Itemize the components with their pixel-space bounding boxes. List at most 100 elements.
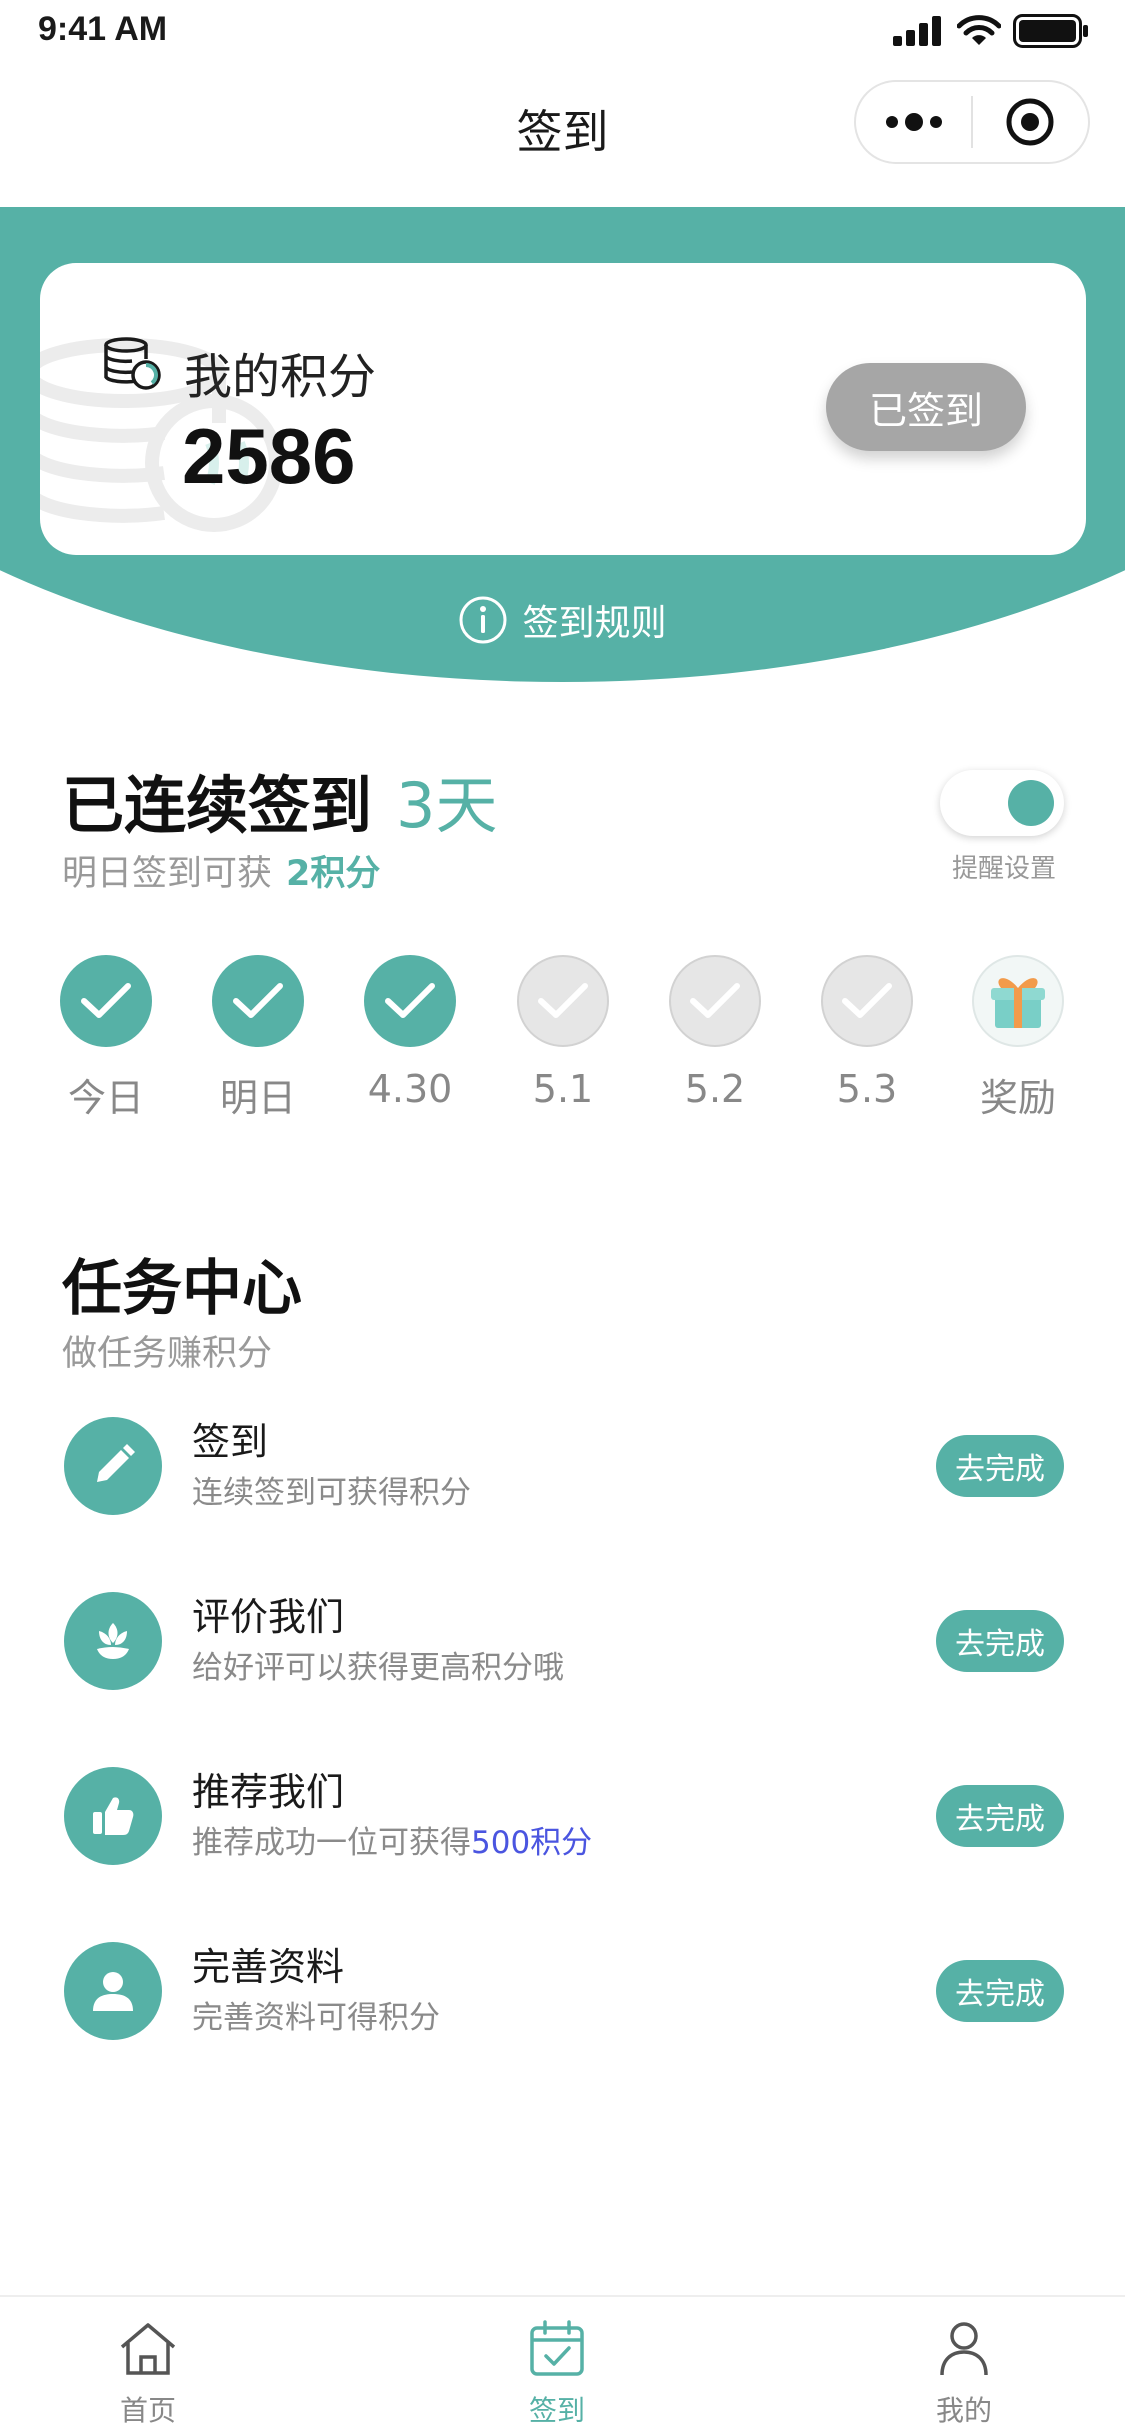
user-icon bbox=[93, 1972, 133, 2011]
reminder-toggle-knob bbox=[1008, 780, 1054, 826]
task-desc-text: 推荐成功一位可获得 bbox=[192, 1825, 471, 1861]
sign-rules-label: 签到规则 bbox=[522, 603, 667, 644]
task-center-subtitle: 做任务赚积分 bbox=[62, 1334, 273, 1374]
task-row: 评价我们 给好评可以获得更高积分哦 去完成 bbox=[0, 1580, 1125, 1700]
tab-label: 签到 bbox=[528, 2394, 585, 2427]
day-item-reward[interactable]: 奖励 bbox=[958, 955, 1078, 1122]
day-pending-circle bbox=[517, 955, 609, 1047]
task-desc-text: 完善资料可得积分 bbox=[192, 2000, 440, 2036]
reminder-toggle[interactable] bbox=[940, 770, 1064, 836]
streak-sub-prefix: 明日签到可获 bbox=[62, 854, 273, 894]
task-desc: 完善资料可得积分 bbox=[192, 1992, 440, 2037]
info-icon bbox=[459, 596, 507, 644]
signed-button[interactable]: 已签到 bbox=[826, 363, 1026, 451]
target-icon bbox=[1006, 98, 1054, 146]
day-label: 5.1 bbox=[532, 1067, 594, 1111]
more-dots-icon bbox=[885, 113, 942, 131]
more-button[interactable] bbox=[856, 82, 971, 162]
check-icon bbox=[233, 983, 283, 1018]
home-icon bbox=[120, 2323, 176, 2375]
day-pending-circle bbox=[821, 955, 913, 1047]
task-row: 推荐我们 推荐成功一位可获得500积分 去完成 bbox=[0, 1755, 1125, 1875]
task-name: 推荐我们 bbox=[192, 1770, 345, 1814]
day-item: 今日 bbox=[46, 955, 166, 1122]
pencil-icon bbox=[97, 1444, 135, 1482]
tab-label: 首页 bbox=[119, 2394, 176, 2427]
day-item: 4.30 bbox=[350, 955, 470, 1111]
task-go-button[interactable]: 去完成 bbox=[936, 1785, 1064, 1847]
task-center-title: 任务中心 bbox=[62, 1254, 302, 1324]
task-go-button[interactable]: 去完成 bbox=[936, 1960, 1064, 2022]
streak-days: 3天 bbox=[396, 769, 498, 842]
tab-home[interactable]: 首页 bbox=[68, 2319, 228, 2429]
signal-icon bbox=[893, 16, 941, 46]
mini-program-capsule bbox=[854, 80, 1090, 164]
task-name: 签到 bbox=[192, 1420, 269, 1464]
tab-label: 我的 bbox=[935, 2394, 992, 2427]
day-label: 奖励 bbox=[979, 1076, 1056, 1120]
day-label: 明日 bbox=[219, 1076, 296, 1120]
task-go-button[interactable]: 去完成 bbox=[936, 1435, 1064, 1497]
day-label: 今日 bbox=[67, 1076, 144, 1120]
nav-bar: 签到 bbox=[0, 62, 1125, 207]
close-miniprogram-button[interactable] bbox=[973, 82, 1088, 162]
status-bar: 9:41 AM bbox=[0, 0, 1125, 62]
task-icon-circle bbox=[64, 1417, 162, 1515]
streak-sub-points: 2积分 bbox=[286, 854, 381, 894]
status-time: 9:41 AM bbox=[38, 10, 168, 48]
check-icon bbox=[690, 983, 740, 1018]
day-item: 5.3 bbox=[807, 955, 927, 1111]
day-item: 5.1 bbox=[503, 955, 623, 1111]
day-label: 5.2 bbox=[684, 1067, 746, 1111]
check-icon bbox=[385, 983, 435, 1018]
task-icon-circle bbox=[64, 1942, 162, 2040]
day-checked-circle bbox=[212, 955, 304, 1047]
points-card: 我的积分 2586 已签到 bbox=[40, 263, 1086, 555]
streak-title: 已连续签到 3天 bbox=[62, 755, 497, 845]
battery-icon bbox=[1013, 14, 1088, 48]
task-row: 签到 连续签到可获得积分 去完成 bbox=[0, 1405, 1125, 1525]
flower-icon bbox=[97, 1623, 129, 1659]
task-desc-text: 连续签到可获得积分 bbox=[192, 1475, 471, 1511]
task-desc: 推荐成功一位可获得500积分 bbox=[192, 1817, 592, 1862]
day-item: 明日 bbox=[198, 955, 318, 1122]
check-icon bbox=[842, 983, 892, 1018]
points-header: 我的积分 2586 已签到 签到规则 bbox=[0, 207, 1125, 682]
day-checked-circle bbox=[60, 955, 152, 1047]
status-icons bbox=[893, 14, 1089, 48]
streak-title-text: 已连续签到 bbox=[62, 769, 373, 842]
thumbs-up-icon bbox=[93, 1797, 134, 1835]
sign-rules-link[interactable]: 签到规则 bbox=[0, 594, 1125, 646]
task-icon-circle bbox=[64, 1767, 162, 1865]
wifi-icon bbox=[957, 15, 1001, 45]
task-name: 评价我们 bbox=[192, 1595, 345, 1639]
profile-icon bbox=[940, 2322, 988, 2376]
task-go-button[interactable]: 去完成 bbox=[936, 1610, 1064, 1672]
tab-mine[interactable]: 我的 bbox=[884, 2319, 1044, 2429]
task-row: 完善资料 完善资料可得积分 去完成 bbox=[0, 1930, 1125, 2050]
task-icon-circle bbox=[64, 1592, 162, 1690]
points-value: 2586 bbox=[182, 412, 356, 500]
streak-subtitle: 明日签到可获 2积分 bbox=[62, 845, 380, 896]
day-label: 5.3 bbox=[836, 1067, 898, 1111]
check-icon bbox=[81, 983, 131, 1018]
day-pending-circle bbox=[669, 955, 761, 1047]
day-label: 4.30 bbox=[367, 1067, 453, 1111]
day-checked-circle bbox=[364, 955, 456, 1047]
tab-bar: 首页 签到 我的 bbox=[0, 2295, 1125, 2436]
day-item: 5.2 bbox=[655, 955, 775, 1111]
points-coin-icon bbox=[104, 337, 161, 390]
task-name: 完善资料 bbox=[192, 1945, 345, 1989]
task-desc: 连续签到可获得积分 bbox=[192, 1467, 471, 1512]
task-desc-highlight: 500积分 bbox=[471, 1825, 593, 1861]
reminder-label: 提醒设置 bbox=[952, 854, 1057, 884]
tab-sign-in[interactable]: 签到 bbox=[477, 2319, 637, 2429]
gift-icon bbox=[991, 978, 1045, 1028]
sign-in-page: 9:41 AM 签到 我的积分 2586 已签到 签到规则 已连续签到 3天 明… bbox=[0, 0, 1125, 2436]
sign-in-days: 今日 明日 4.30 5.1 5.2 5.3 奖励 bbox=[0, 955, 1125, 1125]
check-icon bbox=[538, 983, 588, 1018]
points-label: 我的积分 bbox=[184, 349, 377, 405]
task-desc-text: 给好评可以获得更高积分哦 bbox=[192, 1650, 564, 1686]
calendar-check-icon bbox=[530, 2320, 584, 2376]
task-desc: 给好评可以获得更高积分哦 bbox=[192, 1642, 564, 1687]
